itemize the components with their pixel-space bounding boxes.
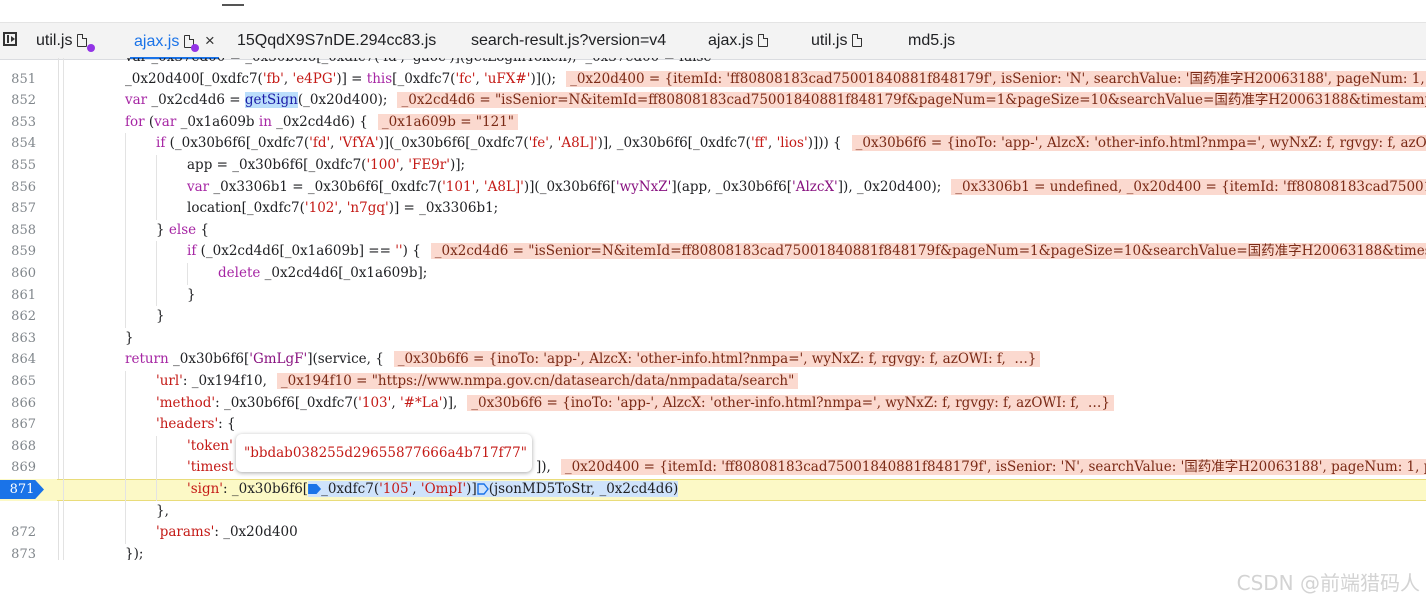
code-text: for (var _0x1a609b in _0x2cd4d6) {_0x1a6… bbox=[125, 112, 518, 134]
current-execution-line[interactable]: 871 'sign': _0x30b6f6[_0xdfc7('105', 'Om… bbox=[0, 479, 1426, 501]
code-line[interactable]: 852 _0x20d400[_0xdfc7('fb', 'e4PG')] = t… bbox=[0, 68, 1426, 108]
tab-search-result-js[interactable]: search-result.js?version=v4 bbox=[471, 23, 666, 59]
file-icon bbox=[77, 34, 88, 47]
close-icon[interactable]: × bbox=[205, 23, 215, 59]
code-line[interactable]: 870 'timest ]),_0x20d400 = {itemId: 'ff8… bbox=[0, 457, 1426, 497]
code-line[interactable]: 853 var _0x2cd4d6 = getSign(_0x20d400); _… bbox=[0, 90, 1426, 130]
code-text: } bbox=[187, 286, 196, 303]
tab-label: 15QqdX9S7nDE.294cc83.js bbox=[237, 32, 437, 49]
inline-value[interactable]: _0x30b6f6 = {inoTo: 'app-', AlzcX: 'othe… bbox=[393, 351, 1041, 368]
code-text: } bbox=[125, 329, 134, 346]
inline-value[interactable]: _0x30b6f6 = {inoTo: 'app-', AlzcX: 'othe… bbox=[467, 394, 1114, 411]
code-text: if (_0x2cd4d6[_0x1a609b] == '') {_0x2cd4… bbox=[187, 241, 1426, 263]
code-line[interactable]: 860 if (_0x2cd4d6[_0x1a609b] == '') {_0x… bbox=[0, 241, 1426, 281]
tab-util-js-2[interactable]: util.js bbox=[811, 23, 863, 59]
tab-ajax-js[interactable]: ajax.js bbox=[708, 23, 769, 59]
code-text: app = _0x30b6f6[_0xdfc7('100', 'FE9r')]; bbox=[187, 157, 466, 173]
inline-value[interactable]: _0x20d400 = {itemId: 'ff80808183cad75001… bbox=[560, 459, 1426, 476]
code-line[interactable]: 863 } bbox=[0, 306, 1426, 346]
code-line[interactable]: 856 app = _0x30b6f6[_0xdfc7('100', 'FE9r… bbox=[0, 155, 1426, 195]
code-text: }, bbox=[156, 502, 169, 519]
tab-ajax-js-active[interactable]: ajax.js × bbox=[130, 23, 219, 59]
code-text: 'headers': { bbox=[156, 416, 236, 433]
tab-15qqdx9s7nde-js[interactable]: 15QqdX9S7nDE.294cc83.js bbox=[237, 23, 436, 59]
code-text: }); bbox=[125, 545, 144, 560]
code-line[interactable]: 861 delete _0x2cd4d6[_0x1a609b]; bbox=[0, 263, 1426, 303]
code-text: 'url': _0x194f10, _0x194f10 = "https://ww… bbox=[156, 371, 799, 393]
code-text: 'sign': _0x30b6f6[_0xdfc7('105', 'OmpI')… bbox=[187, 481, 679, 497]
code-text: ]), _0x20d400 = {itemId: 'ff80808183cad75… bbox=[536, 457, 1426, 479]
code-text: delete _0x2cd4d6[_0x1a609b]; bbox=[218, 265, 428, 281]
execution-pointer-marker[interactable]: 871 bbox=[0, 480, 44, 499]
code-line[interactable]: 864 } bbox=[0, 327, 1426, 367]
code-text: } bbox=[156, 308, 165, 325]
tab-util-js[interactable]: util.js bbox=[36, 23, 95, 59]
inline-value[interactable]: _0x1a609b = "121" bbox=[377, 113, 518, 130]
code-line[interactable]: 859 } else { bbox=[0, 219, 1426, 259]
inline-value[interactable]: _0x2cd4d6 = "isSenior=N&itemId=ff8080818… bbox=[397, 92, 1426, 109]
modified-dot bbox=[191, 44, 199, 52]
inline-value[interactable]: _0x30b6f6 = {inoTo: 'app-', AlzcX: 'othe… bbox=[851, 135, 1426, 152]
code-text: 'timest bbox=[187, 459, 234, 476]
code-line[interactable]: 854 for (var _0x1a609b in _0x2cd4d6) {_0… bbox=[0, 111, 1426, 151]
top-strip bbox=[0, 0, 1426, 22]
code-editor[interactable]: 851 var _0x37ed00 = _0x30b6f6[_0xdfc7('f… bbox=[0, 58, 1426, 560]
code-line[interactable]: 865 return _0x30b6f6['GmLgF'](service, {… bbox=[0, 349, 1426, 389]
value-hover-tooltip[interactable]: "bbdab038255d29655877666a4b717f77" bbox=[236, 434, 532, 472]
code-line[interactable]: 858 location[_0xdfc7('102', 'n7gq')] = _… bbox=[0, 198, 1426, 238]
code-line[interactable]: 874 }); bbox=[0, 543, 1426, 560]
code-line[interactable]: 873 'params': _0x20d400 bbox=[0, 522, 1426, 560]
tab-label: ajax.js bbox=[708, 32, 754, 49]
toggle-navigator-icon[interactable] bbox=[3, 32, 17, 46]
file-icon bbox=[852, 34, 863, 47]
code-line[interactable]: 866 'url': _0x194f10, _0x194f10 = "https:… bbox=[0, 371, 1426, 411]
editor-tab-bar: util.js ajax.js × 15QqdX9S7nDE.294cc83.j… bbox=[0, 22, 1426, 60]
inline-breakpoint-outline-icon[interactable] bbox=[477, 483, 489, 495]
inline-breakpoint-icon[interactable] bbox=[308, 484, 322, 494]
code-line[interactable]: 862 } bbox=[0, 284, 1426, 324]
code-text: var _0x2cd4d6 = getSign(_0x20d400); _0x2c… bbox=[125, 90, 1426, 112]
tab-label: ajax.js bbox=[134, 33, 180, 50]
code-text: return _0x30b6f6['GmLgF'](service, {_0x3… bbox=[125, 349, 1041, 371]
tab-label: md5.js bbox=[908, 32, 956, 49]
get-sign-token[interactable]: getSign bbox=[244, 92, 298, 109]
code-text: _0x20d400[_0xdfc7('fb', 'e4PG')] = this[… bbox=[125, 69, 1426, 91]
code-text: 'method': _0x30b6f6[_0xdfc7('103', '#*La… bbox=[156, 393, 1114, 415]
tooltip-value: "bbdab038255d29655877666a4b717f77" bbox=[244, 445, 527, 461]
code-text: } else { bbox=[156, 221, 210, 238]
code-line[interactable]: 867 'method': _0x30b6f6[_0xdfc7('103', '… bbox=[0, 392, 1426, 432]
code-line[interactable]: 872 }, bbox=[0, 500, 1426, 540]
code-line[interactable]: 869 'token' bbox=[0, 435, 1426, 475]
code-text: 'token' bbox=[187, 437, 233, 454]
code-text: if (_0x30b6f6[_0xdfc7('fd', 'VfYA')](_0x… bbox=[156, 133, 1426, 155]
code-line[interactable]: 857 var _0x3306b1 = _0x30b6f6[_0xdfc7('1… bbox=[0, 176, 1426, 216]
inline-value[interactable]: _0x2cd4d6 = "isSenior=N&itemId=ff8080818… bbox=[430, 243, 1426, 260]
watermark: CSDN @前端猎码人 bbox=[1236, 571, 1420, 595]
code-text: 'params': _0x20d400 bbox=[156, 524, 298, 541]
inline-value[interactable]: _0x20d400 = {itemId: 'ff80808183cad75001… bbox=[566, 70, 1426, 87]
tab-md5-js[interactable]: md5.js bbox=[908, 23, 955, 59]
inline-value[interactable]: _0x194f10 = "https://www.nmpa.gov.cn/dat… bbox=[276, 373, 799, 389]
modified-dot bbox=[87, 44, 95, 52]
code-text: var _0x37ed00 = _0x30b6f6[_0xdfc7('fd', … bbox=[125, 58, 711, 69]
code-text: var _0x3306b1 = _0x30b6f6[_0xdfc7('101',… bbox=[187, 177, 1426, 199]
code-line[interactable]: 855 if (_0x30b6f6[_0xdfc7('fd', 'VfYA')]… bbox=[0, 133, 1426, 173]
tab-label: util.js bbox=[811, 32, 848, 49]
file-icon bbox=[758, 34, 769, 47]
code-line[interactable]: 851 var _0x37ed00 = _0x30b6f6[_0xdfc7('f… bbox=[0, 58, 1426, 87]
code-line[interactable]: 868 'headers': { bbox=[0, 414, 1426, 454]
inline-value[interactable]: _0x3306b1 = undefined, _0x20d400 = {item… bbox=[951, 178, 1426, 195]
code-text: location[_0xdfc7('102', 'n7gq')] = _0x33… bbox=[187, 200, 499, 217]
tab-label: search-result.js?version=v4 bbox=[471, 32, 667, 49]
tab-label: util.js bbox=[36, 32, 73, 49]
